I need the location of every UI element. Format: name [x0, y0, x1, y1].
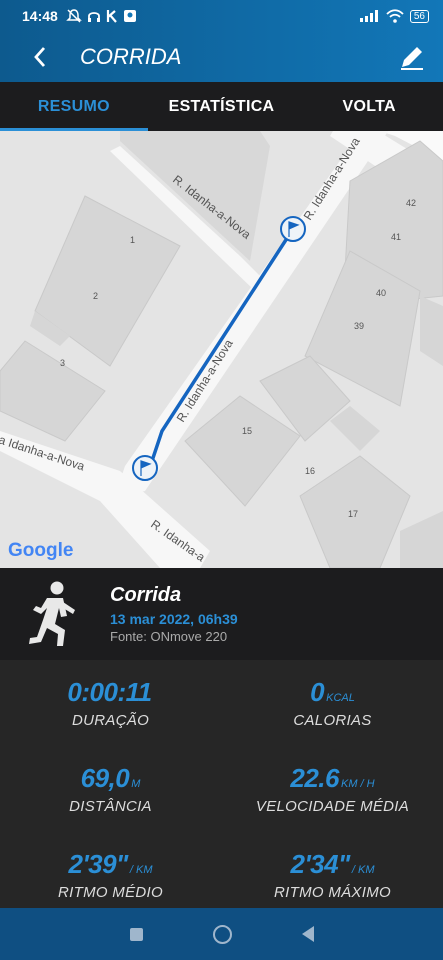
building-number: 40 [376, 288, 386, 298]
bell-off-icon [66, 9, 82, 23]
tab-bar: RESUMO ESTATÍSTICA VOLTA [0, 82, 443, 131]
app-square-icon [123, 10, 136, 22]
app-bar: CORRIDA [0, 32, 443, 82]
stat-label: VELOCIDADE MÉDIA [255, 798, 410, 815]
stats-grid: 0:00:11 DURAÇÃO 0 KCAL CALORIAS 69,0 M DIS… [0, 660, 443, 908]
tab-resumo[interactable]: RESUMO [0, 82, 148, 131]
stat-calories: 0 KCAL CALORIAS [222, 677, 443, 729]
building-number: 16 [305, 466, 315, 476]
notification-icons [66, 9, 137, 23]
stat-label: DURAÇÃO [71, 712, 150, 729]
stat-unit: / KM [129, 864, 153, 876]
headphones-icon [87, 12, 100, 22]
page-title: CORRIDA [80, 44, 182, 69]
building-number: 15 [242, 426, 252, 436]
back-button[interactable] [0, 32, 80, 82]
stat-value: 2'34" [290, 849, 350, 879]
stat-max-pace: 2'34" / KM RITMO MÁXIMO [222, 849, 443, 901]
building-number: 2 [93, 291, 98, 301]
activity-source: Fonte: ONmove 220 [110, 629, 228, 644]
stat-label: RITMO MÁXIMO [274, 884, 391, 901]
runner-icon [0, 568, 110, 660]
activity-name: Corrida [110, 584, 182, 606]
stat-value: 0:00:11 [67, 677, 152, 707]
stat-unit: / KM [351, 864, 375, 876]
pencil-icon [401, 47, 423, 70]
back-nav-button[interactable] [301, 926, 314, 942]
stat-label: CALORIAS [293, 712, 372, 729]
status-time: 14:48 [22, 8, 58, 24]
activity-summary: Corrida 13 mar 2022, 06h39 Fonte: ONmove… [0, 568, 443, 660]
k-icon [106, 10, 117, 23]
google-logo: Google [8, 540, 73, 561]
building-number: 17 [348, 509, 358, 519]
route-map[interactable]: 1 2 3 15 16 17 39 40 41 42 R. Idanha-a-N… [0, 131, 443, 568]
stat-unit: KM / H [340, 778, 375, 790]
tab-volta[interactable]: VOLTA [295, 82, 443, 131]
system-nav-bar [0, 908, 443, 960]
stat-value: 22.6 [290, 763, 339, 793]
stat-value: 0 [310, 677, 325, 707]
battery-indicator: 56 [409, 9, 429, 23]
stat-distance: 69,0 M DISTÂNCIA [0, 763, 221, 815]
stat-label: DISTÂNCIA [69, 798, 152, 815]
building-number: 39 [354, 321, 364, 331]
stat-avg-pace: 2'39" / KM RITMO MÉDIO [0, 849, 221, 901]
tab-estatistica[interactable]: ESTATÍSTICA [148, 82, 296, 131]
building-number: 41 [391, 232, 401, 242]
stat-label: RITMO MÉDIO [58, 884, 163, 901]
building-number: 42 [406, 198, 416, 208]
start-marker [132, 455, 158, 481]
stat-unit: M [131, 778, 141, 790]
activity-date: 13 mar 2022, 06h39 [110, 611, 238, 627]
recents-button[interactable] [129, 927, 143, 941]
wifi-icon [386, 9, 404, 23]
home-button[interactable] [212, 924, 232, 944]
stat-unit: KCAL [326, 692, 355, 704]
chevron-left-icon [34, 47, 46, 67]
end-marker [280, 216, 306, 242]
stat-value: 69,0 [80, 763, 130, 793]
edit-button[interactable] [395, 40, 429, 74]
building-number: 3 [60, 358, 65, 368]
stat-avg-speed: 22.6 KM / H VELOCIDADE MÉDIA [222, 763, 443, 815]
stat-duration: 0:00:11 DURAÇÃO [0, 677, 221, 729]
map-canvas: 1 2 3 15 16 17 39 40 41 42 R. Idanha-a-N… [0, 131, 443, 568]
status-bar: 14:48 56 [0, 0, 443, 32]
signal-icon [359, 10, 378, 22]
stat-value: 2'39" [68, 849, 128, 879]
building-number: 1 [130, 235, 135, 245]
